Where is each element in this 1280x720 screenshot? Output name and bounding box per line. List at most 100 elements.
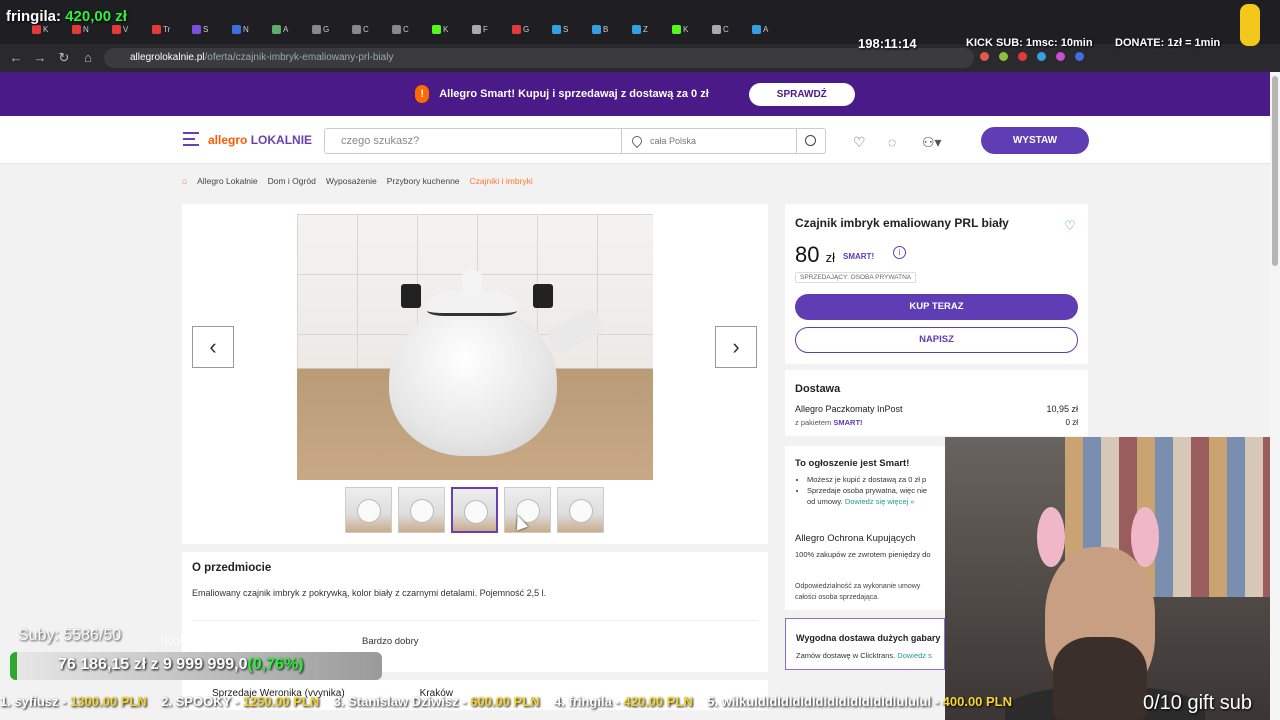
browser-tab[interactable]: G	[512, 22, 529, 36]
tab-label: V	[123, 24, 129, 34]
browser-tab[interactable]: Z	[632, 22, 648, 36]
extension-icons	[980, 52, 1084, 64]
thumbnail-strip	[345, 487, 604, 533]
buy-now-button[interactable]: KUP TERAZ	[795, 294, 1078, 320]
ticker-entry: 2. SPOOKY - 1250.00 PLN	[161, 694, 320, 709]
heart-icon[interactable]: ♡	[853, 134, 866, 151]
tab-label: G	[323, 24, 330, 34]
promo-check-button[interactable]: SPRAWDŹ	[748, 82, 855, 106]
smart-item: Sprzedaje osoba prywatna, więc nie	[807, 485, 945, 496]
browser-tab[interactable]: C	[712, 22, 729, 36]
message-seller-button[interactable]: NAPISZ	[795, 327, 1078, 353]
thumbnail[interactable]	[345, 487, 392, 533]
reload-icon[interactable]: ↻	[56, 50, 72, 66]
large-delivery-box: Wygodna dostawa dużych gabary Zamów dost…	[785, 618, 945, 670]
browser-tab[interactable]: N	[232, 22, 249, 36]
extension-icon[interactable]	[999, 52, 1008, 61]
extension-icon[interactable]	[1018, 52, 1027, 61]
browser-tab[interactable]: K	[672, 22, 688, 36]
buy-box: Czajnik imbryk emaliowany PRL biały ♡ 80…	[785, 204, 1088, 364]
tab-label: S	[203, 24, 209, 34]
tab-favicon-icon	[752, 24, 761, 34]
favorite-heart-icon[interactable]: ♡	[1064, 218, 1076, 234]
browser-tab[interactable]: A	[752, 22, 768, 36]
extension-icon[interactable]	[1056, 52, 1065, 61]
browser-tab[interactable]: C	[392, 22, 409, 36]
home-icon[interactable]: ⌂	[80, 50, 96, 66]
learn-more-link[interactable]: Dowiedz się więcej »	[845, 497, 915, 506]
browser-tab[interactable]: G	[312, 22, 329, 36]
delivery-box: Dostawa Allegro Paczkomaty InPost 10,95 …	[785, 370, 1088, 436]
tab-favicon-icon	[152, 24, 161, 34]
mascot-icon	[1240, 4, 1260, 46]
thumbnail[interactable]	[398, 487, 445, 533]
info-icon[interactable]: i	[893, 246, 906, 259]
browser-tab[interactable]: C	[352, 22, 369, 36]
delivery-smart: z pakietem SMART!	[795, 418, 863, 427]
browser-tab[interactable]: F	[472, 22, 488, 36]
tab-favicon-icon	[632, 24, 641, 34]
browser-tab[interactable]: A	[272, 22, 288, 36]
post-offer-button[interactable]: WYSTAW	[981, 127, 1089, 154]
tab-label: Tr	[163, 24, 171, 34]
large-delivery-link[interactable]: Dowiedz s	[897, 651, 932, 660]
tab-label: B	[603, 24, 609, 34]
large-delivery-title: Wygodna dostawa dużych gabary	[796, 633, 941, 643]
browser-tab[interactable]: S	[552, 22, 568, 36]
back-icon[interactable]: ←	[8, 50, 24, 66]
browser-tab[interactable]: B	[592, 22, 608, 36]
site-logo[interactable]: allegro LOKALNIE	[208, 133, 312, 147]
tab-favicon-icon	[312, 24, 321, 34]
promo-text: Allegro Smart! Kupuj i sprzedawaj z dost…	[439, 88, 709, 100]
breadcrumb-item-current[interactable]: Czajniki i imbryki	[470, 176, 533, 186]
extension-icon[interactable]	[1075, 52, 1084, 61]
search-button[interactable]	[796, 128, 826, 154]
site-header: allegro LOKALNIE czego szukasz? cała Pol…	[0, 116, 1270, 164]
breadcrumb-item[interactable]: Allegro Lokalnie	[197, 176, 257, 186]
tab-label: K	[43, 24, 49, 34]
address-bar[interactable]: allegrolokalnie.pl/oferta/czajnik-imbryk…	[104, 48, 974, 68]
breadcrumb-item[interactable]: Wyposażenie	[326, 176, 377, 186]
location-input[interactable]: cała Polska	[621, 128, 797, 154]
tab-favicon-icon	[472, 24, 481, 34]
tab-favicon-icon	[192, 24, 201, 34]
ticker-entry: 1. syfiusz - 1300.00 PLN	[0, 694, 147, 709]
extension-icon[interactable]	[980, 52, 989, 61]
extension-icon[interactable]	[1037, 52, 1046, 61]
tab-label: G	[523, 24, 530, 34]
breadcrumb-item[interactable]: Dom i Ogród	[268, 176, 316, 186]
logo-allegro: allegro	[208, 133, 248, 147]
scrollbar-thumb[interactable]	[1272, 76, 1278, 266]
browser-tab[interactable]: Tr	[152, 22, 170, 36]
smart-pin-icon: !	[415, 85, 430, 103]
item-description: Emaliowany czajnik imbryk z pokrywką, ko…	[192, 588, 547, 598]
delivery-title: Dostawa	[795, 383, 841, 395]
smart-info-box: To ogłoszenie jest Smart! Możesz je kupi…	[785, 446, 945, 610]
tab-favicon-icon	[392, 24, 401, 34]
promo-banner: ! Allegro Smart! Kupuj i sprzedawaj z do…	[0, 72, 1270, 116]
stream-subs-counter: Suby: 5586/50	[18, 627, 122, 644]
offer-price: 80 zł	[795, 242, 835, 267]
goal-text: 76 186,15 zł z 9 999 999,0	[58, 656, 248, 673]
search-input[interactable]: czego szukasz?	[324, 128, 622, 154]
page-scrollbar[interactable]	[1270, 72, 1280, 720]
next-image-button[interactable]: ›	[715, 326, 757, 368]
responsibility-text: Odpowiedzialność za wykonanie umowy całoś…	[795, 583, 921, 601]
browser-tab[interactable]: S	[192, 22, 208, 36]
buyer-protection-text: 100% zakupów ze zwrotem pieniędzy do	[795, 550, 931, 559]
prev-image-button[interactable]: ‹	[192, 326, 234, 368]
stream-timer: 198:11:14	[858, 36, 917, 51]
breadcrumb: ⌂ Allegro Lokalnie Dom i Ogród Wyposażen…	[182, 176, 533, 186]
stream-top-donor: fringila: 420,00 zł	[6, 8, 127, 25]
tab-favicon-icon	[32, 24, 41, 34]
forward-icon[interactable]: →	[32, 50, 48, 66]
location-pin-icon	[629, 133, 645, 149]
main-product-image[interactable]	[297, 214, 653, 480]
user-icon[interactable]: ⚇▾	[922, 134, 942, 151]
chat-icon[interactable]: ◌	[888, 134, 896, 150]
thumbnail[interactable]	[557, 487, 604, 533]
thumbnail-selected[interactable]	[451, 487, 498, 533]
browser-tab[interactable]: K	[432, 22, 448, 36]
menu-icon[interactable]	[183, 132, 199, 146]
breadcrumb-item[interactable]: Przybory kuchenne	[387, 176, 460, 186]
